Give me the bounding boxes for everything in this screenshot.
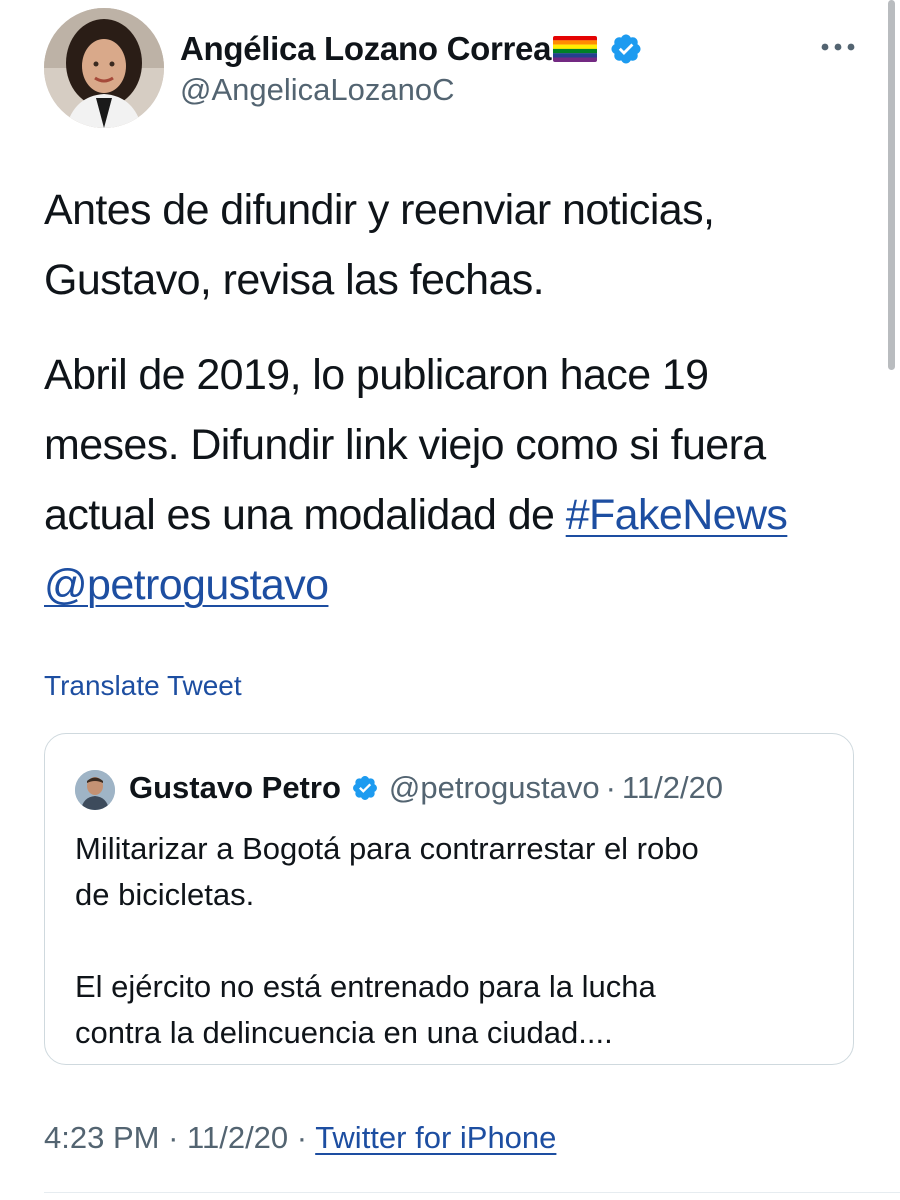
quoted-text-line: contra la delincuencia en una ciudad.... [75, 1015, 613, 1050]
author-handle[interactable]: @AngelicaLozanoC [180, 72, 454, 108]
quoted-tweet-date[interactable]: 11/2/20 [622, 770, 723, 806]
tweet-meta: 4:23 PM · 11/2/20 · Twitter for iPhone [44, 1120, 556, 1156]
tweet-paragraph-1: Antes de difundir y reenviar noticias, G… [44, 175, 884, 315]
quoted-tweet-card[interactable]: Gustavo Petro @petrogustavo · 11/2/20 Mi… [44, 733, 854, 1065]
separator-dot: · [605, 770, 616, 805]
translate-tweet-link[interactable]: Translate Tweet [44, 670, 242, 702]
tweet-line: Abril de 2019, lo publicaron hace 19 [44, 351, 709, 399]
tweet-line-with-mention: @petrogustavo [44, 550, 884, 620]
tweet-source-link[interactable]: Twitter for iPhone [315, 1120, 556, 1155]
author-avatar[interactable] [44, 8, 164, 128]
verified-badge-icon [609, 32, 643, 66]
mention-link[interactable]: @petrogustavo [44, 561, 329, 609]
tweet-paragraph-2: Abril de 2019, lo publicaron hace 19 mes… [44, 340, 884, 620]
hashtag-link[interactable]: #FakeNews [566, 491, 788, 539]
quoted-tweet-text: Militarizar a Bogotá para contrarrestar … [75, 826, 835, 1056]
tweet-line-with-hashtag: actual es una modalidad de #FakeNews [44, 480, 884, 550]
more-icon[interactable] [818, 36, 858, 58]
separator-dot: · [296, 1120, 308, 1155]
divider [44, 1192, 900, 1193]
quoted-text-line: Militarizar a Bogotá para contrarrestar … [75, 831, 699, 866]
tweet-line: Antes de difundir y reenviar noticias, [44, 186, 715, 234]
author-display-name[interactable]: Angélica Lozano Correa [180, 30, 551, 68]
tweet-text-fragment: actual es una modalidad de [44, 491, 566, 539]
tweet-line: Gustavo, revisa las fechas. [44, 256, 545, 304]
quoted-text-line: El ejército no está entrenado para la lu… [75, 969, 656, 1004]
author-name-row: Angélica Lozano Correa [180, 26, 643, 72]
verified-badge-icon [351, 774, 379, 802]
separator-dot: · [168, 1120, 179, 1155]
tweet-time: 4:23 PM [44, 1120, 160, 1155]
quoted-author-handle[interactable]: @petrogustavo [389, 770, 600, 806]
quoted-text-line: de bicicletas. [75, 877, 255, 912]
quoted-author-avatar[interactable] [75, 770, 115, 810]
tweet-line: meses. Difundir link viejo como si fuera [44, 421, 766, 469]
rainbow-flag-icon [553, 36, 598, 62]
quoted-tweet-header: Gustavo Petro @petrogustavo · 11/2/20 [129, 766, 723, 810]
tweet-date: 11/2/20 [187, 1120, 289, 1155]
scrollbar[interactable] [888, 0, 895, 370]
quoted-author-name[interactable]: Gustavo Petro [129, 770, 341, 806]
